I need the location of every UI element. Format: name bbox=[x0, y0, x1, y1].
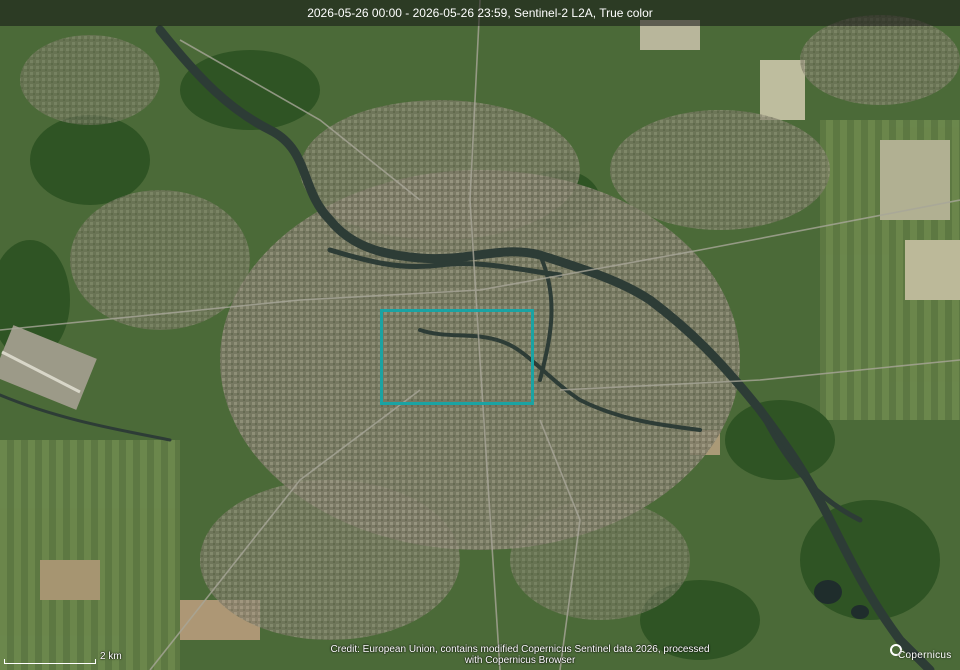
scale-bar-line bbox=[4, 659, 96, 664]
copernicus-logo-text: Copernicus bbox=[898, 650, 952, 661]
satellite-map[interactable]: 2026-05-26 00:00 - 2026-05-26 23:59, Sen… bbox=[0, 0, 960, 670]
attribution-line-2: with Copernicus Browser bbox=[464, 655, 576, 666]
scale-bar-label: 2 km bbox=[100, 651, 122, 662]
imagery-date-title: 2026-05-26 00:00 - 2026-05-26 23:59, Sen… bbox=[307, 6, 653, 20]
scale-bar: 2 km bbox=[4, 646, 128, 664]
area-of-interest-outline[interactable] bbox=[380, 309, 534, 405]
attribution-credit: Credit: European Union, contains modifie… bbox=[320, 644, 720, 666]
attribution-line-1: Credit: European Union, contains modifie… bbox=[330, 644, 710, 655]
imagery-date-header: 2026-05-26 00:00 - 2026-05-26 23:59, Sen… bbox=[0, 0, 960, 26]
copernicus-logo: Copernicus bbox=[890, 644, 951, 664]
